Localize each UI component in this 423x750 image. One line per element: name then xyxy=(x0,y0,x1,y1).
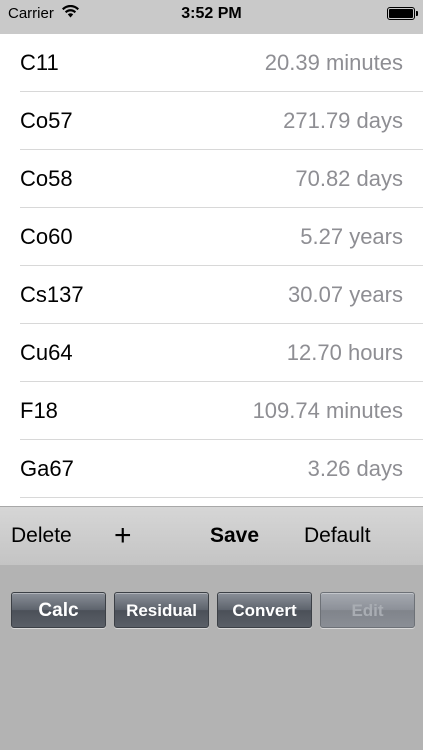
edit-button[interactable]: Edit xyxy=(320,592,415,628)
isotope-name: Co60 xyxy=(20,224,73,249)
list-item[interactable]: Ga67 3.26 days xyxy=(20,440,423,498)
half-life-value: 12.70 hours xyxy=(286,340,403,365)
residual-button[interactable]: Residual xyxy=(114,592,209,628)
list-item[interactable]: Co57 271.79 days xyxy=(20,92,423,150)
isotope-name: F18 xyxy=(20,398,58,423)
half-life-value: 20.39 minutes xyxy=(264,50,403,75)
half-life-value: 5.27 years xyxy=(300,224,403,249)
toolbar: Delete + Save Default xyxy=(0,506,423,565)
list-item[interactable]: Co60 5.27 years xyxy=(20,208,423,266)
list-item[interactable]: Cu64 12.70 hours xyxy=(20,324,423,382)
isotope-name: Ga67 xyxy=(20,456,74,481)
list-item[interactable]: C11 20.39 minutes xyxy=(20,34,423,92)
list-item[interactable]: F18 109.74 minutes xyxy=(20,382,423,440)
half-life-value: 70.82 days xyxy=(295,166,403,191)
isotope-name: Co58 xyxy=(20,166,73,191)
half-life-value: 109.74 minutes xyxy=(252,398,403,423)
calc-button[interactable]: Calc xyxy=(11,592,106,628)
save-button[interactable]: Save xyxy=(210,507,259,565)
isotope-list: C11 20.39 minutes Co57 271.79 days Co58 … xyxy=(0,34,423,506)
half-life-value: 3.26 days xyxy=(307,456,403,481)
convert-button[interactable]: Convert xyxy=(217,592,312,628)
delete-button[interactable]: Delete xyxy=(11,507,72,565)
list-item[interactable]: Co58 70.82 days xyxy=(20,150,423,208)
isotope-name: Cu64 xyxy=(20,340,73,365)
default-button[interactable]: Default xyxy=(304,507,371,565)
action-panel: Calc Residual Convert Edit xyxy=(0,565,423,750)
half-life-value: 271.79 days xyxy=(283,108,403,133)
battery-icon xyxy=(387,7,418,20)
list-item[interactable]: Cs137 30.07 years xyxy=(20,266,423,324)
isotope-name: C11 xyxy=(20,50,59,75)
isotope-name: Cs137 xyxy=(20,282,84,307)
status-bar: Carrier 3:52 PM xyxy=(0,0,423,34)
add-button[interactable]: + xyxy=(114,507,132,565)
half-life-value: 30.07 years xyxy=(288,282,403,307)
isotope-name: Co57 xyxy=(20,108,73,133)
status-time: 3:52 PM xyxy=(181,5,242,22)
